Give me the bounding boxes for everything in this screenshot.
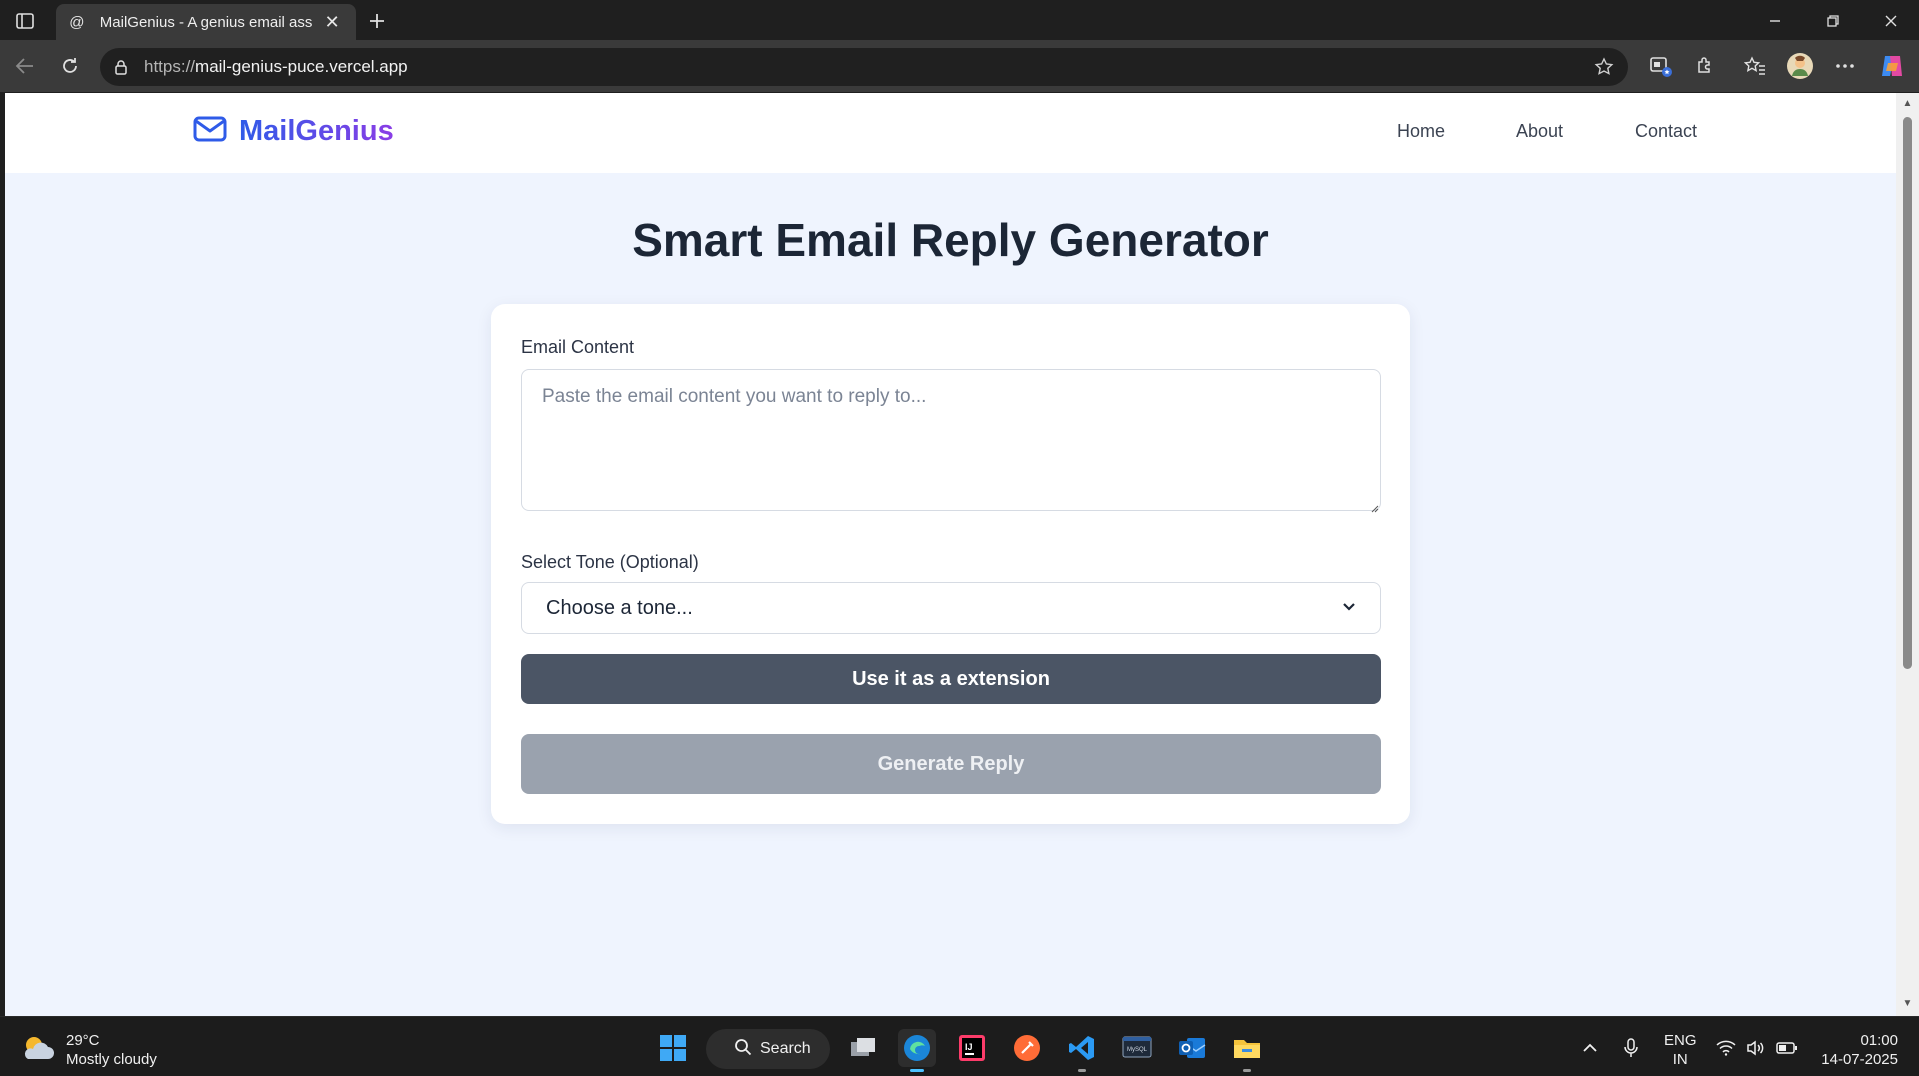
search-label: Search bbox=[760, 1040, 811, 1057]
email-content-label: Email Content bbox=[521, 337, 635, 357]
task-view-icon[interactable] bbox=[844, 1029, 882, 1067]
search-icon bbox=[734, 1038, 752, 1061]
browser-tab-bar: @ MailGenius - A genius email assist ✕ bbox=[0, 0, 1919, 40]
mysql-icon[interactable]: MySQL bbox=[1118, 1029, 1156, 1067]
profile-avatar[interactable] bbox=[1785, 51, 1815, 81]
chevron-down-icon bbox=[1342, 599, 1356, 617]
nav-contact[interactable]: Contact bbox=[1635, 121, 1697, 142]
back-icon[interactable] bbox=[10, 51, 40, 81]
cloudy-weather-icon bbox=[20, 1033, 56, 1068]
more-options-icon[interactable] bbox=[1830, 51, 1860, 81]
url-text: https://mail-genius-puce.vercel.app bbox=[144, 57, 408, 76]
tab-close-icon[interactable]: ✕ bbox=[320, 10, 344, 34]
scrollbar-thumb[interactable] bbox=[1903, 117, 1912, 669]
nav-about[interactable]: About bbox=[1516, 121, 1563, 142]
tab-title: MailGenius - A genius email assist bbox=[99, 13, 313, 31]
restore-icon[interactable] bbox=[1818, 6, 1848, 36]
intellij-icon[interactable]: IJ bbox=[953, 1029, 991, 1067]
windows-start-icon[interactable] bbox=[654, 1029, 692, 1067]
edge-browser-icon[interactable] bbox=[898, 1029, 936, 1072]
minimize-icon[interactable] bbox=[1760, 6, 1790, 36]
address-bar[interactable]: https://mail-genius-puce.vercel.app bbox=[100, 48, 1628, 86]
at-sign-icon: @ bbox=[69, 13, 85, 31]
weather-description: Mostly cloudy bbox=[66, 1051, 157, 1068]
outlook-icon[interactable] bbox=[1173, 1029, 1211, 1067]
windows-taskbar: 29°C Mostly cloudy Search IJ MySQL ENG I… bbox=[0, 1016, 1919, 1076]
favorites-icon[interactable] bbox=[1740, 51, 1770, 81]
weather-widget[interactable]: 29°C Mostly cloudy bbox=[20, 1031, 157, 1069]
copilot-icon[interactable] bbox=[1877, 51, 1907, 81]
tone-selected-value: Choose a tone... bbox=[546, 596, 693, 619]
battery-icon[interactable] bbox=[1776, 1033, 1798, 1063]
scroll-down-icon[interactable]: ▼ bbox=[1901, 997, 1914, 1010]
browser-tab[interactable]: @ MailGenius - A genius email assist ✕ bbox=[56, 4, 356, 40]
browser-toolbar: https://mail-genius-puce.vercel.app bbox=[0, 40, 1919, 92]
open-app-indicator bbox=[1078, 1069, 1086, 1072]
tone-select[interactable]: Choose a tone... bbox=[521, 582, 1381, 634]
chevron-up-icon[interactable] bbox=[1582, 1033, 1598, 1063]
generate-reply-button[interactable]: Generate Reply bbox=[521, 734, 1381, 794]
use-as-extension-button[interactable]: Use it as a extension bbox=[521, 654, 1381, 704]
postman-icon[interactable] bbox=[1008, 1029, 1046, 1067]
speaker-icon[interactable] bbox=[1746, 1033, 1766, 1063]
open-app-indicator bbox=[1243, 1069, 1251, 1072]
system-clock[interactable]: 01:00 14-07-2025 bbox=[1818, 1031, 1898, 1069]
vscode-icon[interactable] bbox=[1063, 1029, 1101, 1072]
page-scrollbar[interactable]: ▲ ▼ bbox=[1896, 93, 1919, 1016]
taskbar-search[interactable]: Search bbox=[706, 1029, 830, 1069]
language-indicator[interactable]: ENG IN bbox=[1664, 1031, 1697, 1069]
scroll-up-icon[interactable]: ▲ bbox=[1901, 97, 1914, 110]
extensions-icon[interactable] bbox=[1690, 51, 1720, 81]
clock-time: 01:00 bbox=[1860, 1032, 1898, 1049]
clock-date: 14-07-2025 bbox=[1821, 1051, 1898, 1068]
window-close-icon[interactable] bbox=[1876, 6, 1906, 36]
language-code: ENG bbox=[1664, 1032, 1697, 1049]
collections-icon[interactable] bbox=[1645, 51, 1675, 81]
region-code: IN bbox=[1672, 1051, 1688, 1068]
file-explorer-icon[interactable] bbox=[1228, 1029, 1266, 1072]
svg-text:MySQL: MySQL bbox=[1127, 1047, 1148, 1053]
tone-label: Select Tone (Optional) bbox=[521, 552, 699, 572]
microphone-icon[interactable] bbox=[1624, 1033, 1638, 1063]
sidebar-toggle-icon[interactable] bbox=[10, 8, 40, 34]
email-content-input[interactable] bbox=[521, 369, 1381, 511]
reply-form-card: Email Content Select Tone (Optional) Cho… bbox=[491, 304, 1410, 824]
wifi-icon[interactable] bbox=[1716, 1033, 1736, 1063]
brand-name: MailGenius bbox=[239, 115, 394, 147]
lock-icon bbox=[112, 58, 130, 76]
active-app-indicator bbox=[910, 1069, 924, 1072]
favorite-star-icon[interactable] bbox=[1590, 53, 1618, 81]
brand-logo[interactable]: MailGenius bbox=[193, 115, 394, 148]
resize-grip-icon[interactable] bbox=[1371, 500, 1379, 513]
mail-icon bbox=[193, 116, 227, 147]
new-tab-icon[interactable] bbox=[362, 6, 392, 36]
page-viewport: MailGenius Home About Contact Smart Emai… bbox=[5, 93, 1896, 1016]
nav-home[interactable]: Home bbox=[1397, 121, 1445, 142]
page-title: Smart Email Reply Generator bbox=[632, 214, 1269, 266]
weather-temperature: 29°C bbox=[66, 1032, 100, 1049]
site-navbar: MailGenius Home About Contact bbox=[5, 93, 1896, 173]
reload-icon[interactable] bbox=[55, 51, 85, 81]
svg-text:IJ: IJ bbox=[965, 1042, 973, 1052]
